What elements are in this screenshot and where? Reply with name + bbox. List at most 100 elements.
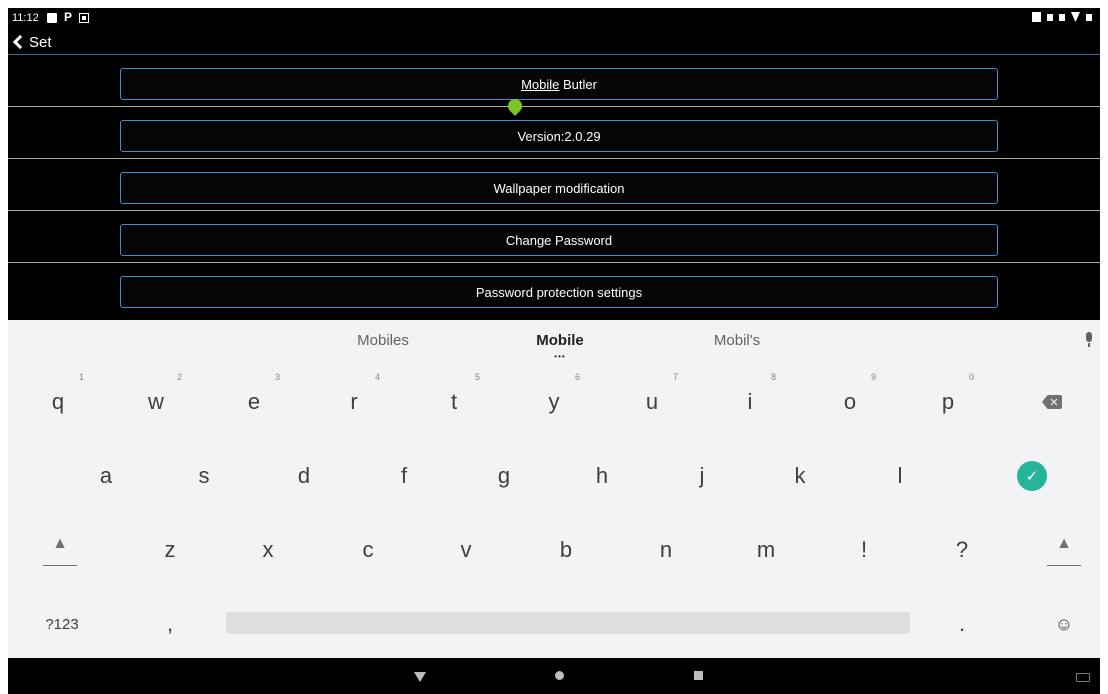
p-notification-icon: P bbox=[64, 10, 73, 24]
soft-keyboard: Mobiles Mobile ••• Mobil's q1 w2 e3 r4 t… bbox=[8, 320, 1100, 658]
key-z[interactable]: z bbox=[122, 514, 218, 586]
key-u[interactable]: u7 bbox=[604, 366, 700, 438]
key-hint: 2 bbox=[176, 372, 182, 382]
key-k[interactable]: k bbox=[752, 440, 848, 512]
home-circle-icon[interactable] bbox=[555, 671, 564, 680]
emoji-icon[interactable]: ☺ bbox=[1016, 588, 1100, 660]
back-triangle-icon[interactable] bbox=[414, 672, 426, 682]
key-label: q bbox=[51, 389, 65, 414]
key-label: w bbox=[148, 389, 164, 414]
settings-row: Change Password bbox=[8, 211, 1100, 263]
key-y[interactable]: y6 bbox=[506, 366, 602, 438]
mute-icon bbox=[1047, 13, 1053, 21]
vibrate-icon bbox=[1059, 13, 1065, 21]
key-question[interactable]: ? bbox=[914, 514, 1010, 586]
period-key[interactable]: . bbox=[914, 588, 1010, 660]
symbols-key[interactable]: ?123 bbox=[14, 588, 110, 660]
key-e[interactable]: e3 bbox=[206, 366, 302, 438]
back-chevron-icon[interactable] bbox=[10, 32, 24, 50]
spacebar[interactable] bbox=[226, 612, 910, 634]
key-d[interactable]: d bbox=[256, 440, 352, 512]
key-g[interactable]: g bbox=[456, 440, 552, 512]
page-title: Set bbox=[29, 34, 52, 51]
mobile-butler-button[interactable]: Mobile Butler bbox=[120, 68, 998, 100]
key-v[interactable]: v bbox=[418, 514, 514, 586]
suggestion-left[interactable]: Mobiles bbox=[357, 332, 409, 349]
key-hint: 8 bbox=[770, 372, 776, 382]
navigation-bar bbox=[8, 658, 1100, 694]
key-hint: 3 bbox=[274, 372, 280, 382]
key-hint: 1 bbox=[78, 372, 84, 382]
key-j[interactable]: j bbox=[654, 440, 750, 512]
key-l[interactable]: l bbox=[852, 440, 948, 512]
key-i[interactable]: i8 bbox=[702, 366, 798, 438]
key-o[interactable]: o9 bbox=[802, 366, 898, 438]
settings-row: Password protection settings bbox=[8, 263, 1100, 315]
change-password-button[interactable]: Change Password bbox=[120, 224, 998, 256]
keyboard-row-2: a s d f g h j k l ✓ bbox=[8, 440, 1100, 512]
suggestion-center[interactable]: Mobile bbox=[536, 332, 584, 349]
version-button[interactable]: Version:2.0.29 bbox=[120, 120, 998, 152]
key-hint: 5 bbox=[474, 372, 480, 382]
wallpaper-modification-button[interactable]: Wallpaper modification bbox=[120, 172, 998, 204]
key-label: y bbox=[548, 389, 560, 414]
status-right-icons bbox=[1032, 12, 1092, 22]
key-p[interactable]: p0 bbox=[900, 366, 996, 438]
suggestion-right[interactable]: Mobil's bbox=[714, 332, 760, 349]
key-hint: 7 bbox=[672, 372, 678, 382]
phone-icon bbox=[1032, 12, 1041, 22]
keyboard-switch-icon[interactable] bbox=[1076, 673, 1090, 682]
key-hint: 0 bbox=[968, 372, 974, 382]
key-a[interactable]: a bbox=[58, 440, 154, 512]
microphone-icon[interactable] bbox=[1086, 332, 1092, 347]
image-notification-icon bbox=[47, 13, 57, 23]
key-t[interactable]: t5 bbox=[406, 366, 502, 438]
keyboard-row-4: ?123 , . ☺ bbox=[8, 588, 1100, 660]
key-s[interactable]: s bbox=[156, 440, 252, 512]
suggestion-strip: Mobiles Mobile ••• Mobil's bbox=[8, 320, 1100, 362]
enter-key[interactable]: ✓ bbox=[984, 440, 1080, 512]
shift-arrow-icon: ▲ bbox=[1056, 534, 1072, 552]
backspace-icon: ✕ bbox=[1049, 396, 1059, 409]
status-bar: 11:12 P bbox=[8, 8, 1100, 30]
key-hint: 4 bbox=[374, 372, 380, 382]
key-h[interactable]: h bbox=[554, 440, 650, 512]
key-c[interactable]: c bbox=[320, 514, 416, 586]
settings-list: Mobile Butler Version:2.0.29 Wallpaper m… bbox=[8, 55, 1100, 320]
recents-square-icon[interactable] bbox=[694, 671, 703, 680]
settings-row: Mobile Butler bbox=[8, 55, 1100, 116]
key-label: o bbox=[843, 389, 857, 414]
key-r[interactable]: r4 bbox=[306, 366, 402, 438]
key-n[interactable]: n bbox=[618, 514, 714, 586]
shift-underline bbox=[1047, 564, 1081, 566]
shift-arrow-icon: ▲ bbox=[52, 534, 68, 552]
device-screen: 11:12 P Set Mobile Butler Version:2.0.29… bbox=[8, 8, 1100, 694]
key-b[interactable]: b bbox=[518, 514, 614, 586]
settings-row: Wallpaper modification bbox=[8, 159, 1100, 211]
backspace-key[interactable]: ✕ bbox=[1004, 366, 1100, 438]
shift-key-right[interactable]: ▲ bbox=[1016, 514, 1100, 586]
password-protection-settings-button[interactable]: Password protection settings bbox=[120, 276, 998, 308]
key-w[interactable]: w2 bbox=[108, 366, 204, 438]
key-label: u bbox=[645, 389, 659, 414]
key-exclamation[interactable]: ! bbox=[816, 514, 912, 586]
comma-key[interactable]: , bbox=[122, 588, 218, 660]
wifi-icon bbox=[1071, 12, 1080, 22]
keyboard-row-1: q1 w2 e3 r4 t5 y6 u7 i8 o9 p0 ✕ bbox=[8, 366, 1100, 438]
key-m[interactable]: m bbox=[718, 514, 814, 586]
key-label: r bbox=[350, 389, 358, 414]
key-hint: 6 bbox=[574, 372, 580, 382]
settings-row: Version:2.0.29 bbox=[8, 107, 1100, 159]
key-label: t bbox=[450, 389, 458, 414]
key-label: i bbox=[747, 389, 753, 414]
barcode-notification-icon bbox=[79, 13, 89, 23]
key-label: p bbox=[941, 389, 955, 414]
shift-key-left[interactable]: ▲ bbox=[12, 514, 108, 586]
suggestion-more-dots[interactable]: ••• bbox=[554, 352, 565, 361]
key-f[interactable]: f bbox=[356, 440, 452, 512]
key-x[interactable]: x bbox=[220, 514, 316, 586]
mobile-butler-label-part1: Mobile bbox=[521, 76, 560, 92]
key-label: e bbox=[247, 389, 261, 414]
key-q[interactable]: q1 bbox=[10, 366, 106, 438]
mobile-butler-label-part2: Butler bbox=[559, 76, 597, 92]
